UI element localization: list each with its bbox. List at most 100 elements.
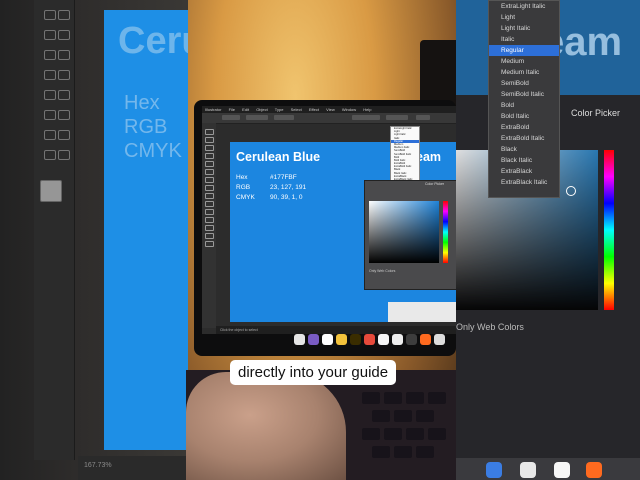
brush-tool-icon[interactable] [205,177,214,183]
font-style-item[interactable]: ExtraBlack [489,166,559,177]
menu-bar: Illustrator File Edit Object Type Select… [202,106,456,113]
menu-window[interactable]: Window [342,107,356,112]
app-icon[interactable] [406,334,417,345]
font-style-item[interactable]: Medium Italic [489,67,559,78]
blurred-color-picker-title: Color Picker [571,108,621,118]
only-web-colors-checkbox[interactable]: Only Web Colors [369,269,395,273]
menu-file[interactable]: File [229,107,235,112]
pencil-tool-icon[interactable] [205,185,214,191]
font-style-item[interactable]: Light [489,12,559,23]
rgb-row[interactable]: RGB 23, 127, 191 [236,184,306,191]
status-bar: Click the object to select [216,326,456,334]
hex-row[interactable]: Hex #177FBF [236,174,297,181]
blurred-hex-label: Hex [124,92,160,114]
blurred-artboard [104,10,188,450]
zoom-tool-icon[interactable] [205,241,214,247]
blurred-color-cursor [566,186,576,196]
font-style-item[interactable]: Black Italic [489,155,559,166]
type-tool-icon[interactable] [205,153,214,159]
color-field[interactable] [369,201,439,263]
app-icon[interactable] [420,334,431,345]
tool-icon [44,110,56,120]
font-style-item[interactable]: SemiBold Italic [489,89,559,100]
font-style-item[interactable]: ExtraBlack Italic [489,177,559,188]
font-style-item[interactable]: SemiBold [489,78,559,89]
key [372,410,390,422]
hand [186,372,346,480]
line-tool-icon[interactable] [205,161,214,167]
launchpad-icon[interactable] [308,334,319,345]
menu-select[interactable]: Select [291,107,302,112]
key [394,410,412,422]
menu-type[interactable]: Type [275,107,284,112]
gradient-tool-icon[interactable] [205,225,214,231]
font-family-field[interactable] [352,115,380,120]
pen-tool-icon[interactable] [205,145,214,151]
video-caption: directly into your guide [230,360,397,385]
direct-selection-tool-icon[interactable] [205,137,214,143]
app-icon[interactable] [434,334,445,345]
notes-icon[interactable] [336,334,347,345]
hue-slider[interactable] [443,201,448,263]
font-style-item[interactable]: Medium [489,56,559,67]
key [428,428,446,440]
eraser-tool-icon[interactable] [205,193,214,199]
background-left-illustrator-view: Cerulean Blue Hex RGB CMYK 167.73% [0,0,374,480]
tool-icon [58,50,70,60]
app-icon[interactable] [364,334,375,345]
blurred-cmyk-label: CMYK [124,140,182,162]
tool-icon [58,110,70,120]
blurred-font-style-menu: ExtraLight Italic Light Light Italic Ita… [488,0,560,198]
slack-icon[interactable] [378,334,389,345]
dock-app-icon [520,462,536,478]
hex-value: #177FBF [270,174,297,181]
cmyk-row[interactable]: CMYK 90, 39, 1, 0 [236,194,303,201]
control-bar [202,113,456,124]
hex-label: Hex [236,174,248,181]
key [372,446,390,458]
font-style-item[interactable]: Bold [489,100,559,111]
hand-tool-icon[interactable] [205,233,214,239]
tools-panel [202,123,216,328]
menu-edit[interactable]: Edit [242,107,249,112]
menu-help[interactable]: Help [363,107,371,112]
dock-app-icon [586,462,602,478]
tool-icon [58,30,70,40]
control-field[interactable] [274,115,294,120]
font-style-item[interactable]: Italic [489,34,559,45]
document-title[interactable]: Cerulean Blue [236,150,320,164]
dock-app-icon [486,462,502,478]
font-style-item[interactable]: ExtraBold [489,122,559,133]
rgb-label: RGB [236,184,251,191]
finder-icon[interactable] [294,334,305,345]
selection-tool-icon[interactable] [205,129,214,135]
tool-icon [58,130,70,140]
font-style-field[interactable] [386,115,408,120]
font-style-item[interactable]: ExtraLight Italic [489,1,559,12]
menu-view[interactable]: View [326,107,335,112]
menu-effect[interactable]: Effect [309,107,319,112]
font-style-item[interactable]: Bold Italic [489,111,559,122]
tool-icon [44,30,56,40]
color-picker-dialog[interactable]: Color Picker Only Web Colors [364,180,456,290]
key [416,410,434,422]
menu-object[interactable]: Object [256,107,268,112]
font-style-item[interactable]: Light Italic [489,23,559,34]
control-field[interactable] [222,115,240,120]
font-style-item-selected[interactable]: Regular [489,45,559,56]
key [362,428,380,440]
notion-icon[interactable] [392,334,403,345]
menu-app-name[interactable]: Illustrator [205,107,221,112]
font-style-item[interactable]: Black [489,144,559,155]
control-field[interactable] [246,115,268,120]
illustrator-icon[interactable] [350,334,361,345]
tool-icon [44,50,56,60]
scale-tool-icon[interactable] [205,209,214,215]
eyedropper-tool-icon[interactable] [205,217,214,223]
chrome-icon[interactable] [322,334,333,345]
rotate-tool-icon[interactable] [205,201,214,207]
font-style-item[interactable]: ExtraBold Italic [489,133,559,144]
font-size-field[interactable] [416,115,430,120]
fill-stroke-icon [40,180,62,202]
rectangle-tool-icon[interactable] [205,169,214,175]
